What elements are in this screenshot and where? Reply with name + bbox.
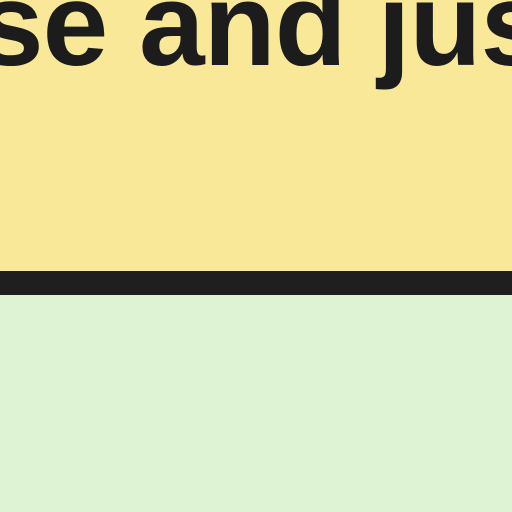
panel-divider <box>0 271 512 295</box>
panel-heading-text: se and jus <box>0 0 512 91</box>
green-panel <box>0 295 512 512</box>
yellow-text-panel: se and jus <box>0 0 512 271</box>
cropped-view: se and jus <box>0 0 512 512</box>
